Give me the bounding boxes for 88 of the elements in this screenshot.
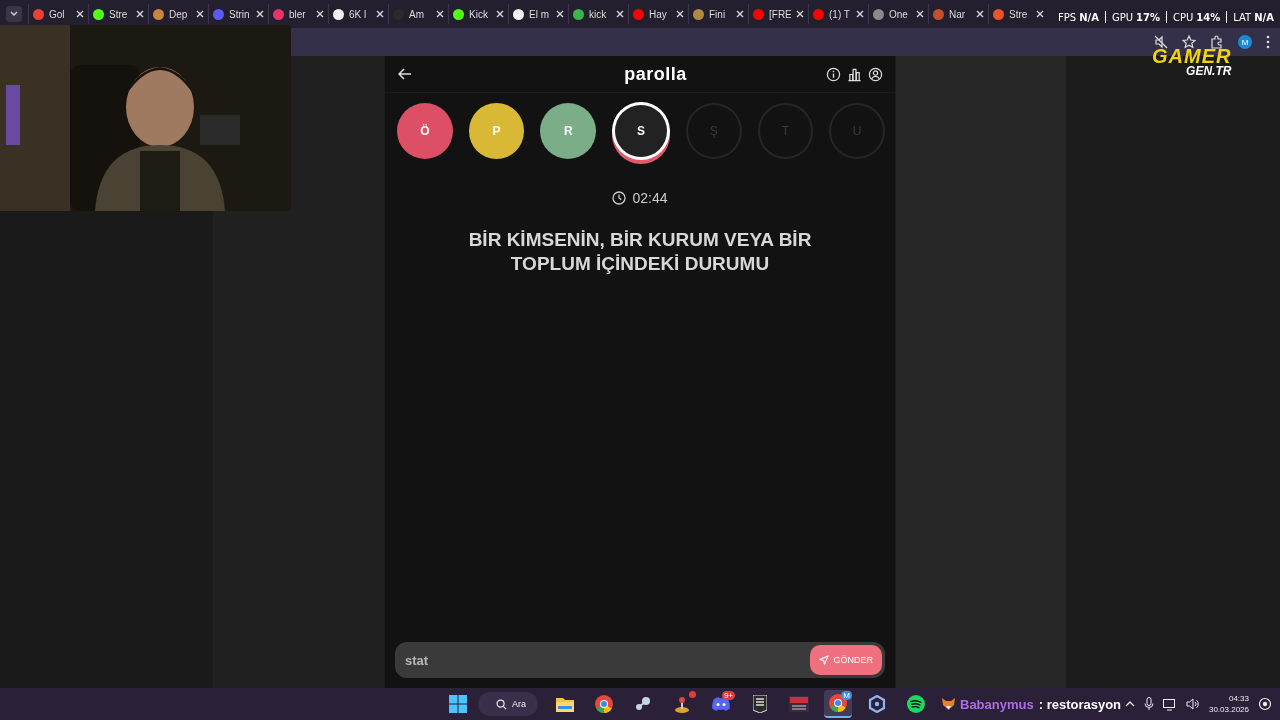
send-icon: [819, 655, 830, 665]
chat-message: : restorasyon: [1038, 696, 1122, 712]
stat-value: 14%: [1196, 11, 1221, 23]
close-icon[interactable]: [676, 10, 684, 18]
close-icon[interactable]: [196, 10, 204, 18]
stat-label: LAT: [1233, 11, 1252, 23]
browser-icon: [595, 695, 613, 713]
chevron-up-icon[interactable]: [1124, 700, 1135, 708]
browser-tab[interactable]: 6K l: [328, 4, 388, 24]
close-icon[interactable]: [556, 10, 564, 18]
profile-avatar[interactable]: M: [1238, 35, 1252, 49]
joystick-icon: [673, 695, 691, 713]
steam-icon: [634, 695, 652, 713]
stat-label: CPU: [1172, 11, 1194, 23]
browser-tab[interactable]: One: [868, 4, 928, 24]
stat-value: N/A: [1254, 11, 1274, 23]
hexagon-icon: [868, 695, 886, 713]
chat-app-icon: [712, 697, 730, 711]
close-icon[interactable]: [616, 10, 624, 18]
close-icon[interactable]: [1036, 10, 1044, 18]
taskbar-app[interactable]: 9+: [707, 690, 735, 718]
clock-icon: [612, 191, 627, 205]
browser-tab[interactable]: kick: [568, 4, 628, 24]
clock-date: 30.03.2026: [1208, 704, 1249, 715]
logo-text: GAMER: [1152, 46, 1232, 66]
stat-value: N/A: [1079, 11, 1099, 23]
browser-tab[interactable]: bler: [268, 4, 328, 24]
browser-tab[interactable]: Stre: [88, 4, 148, 24]
fox-icon: [942, 698, 955, 710]
timer-text: 02:44: [632, 190, 668, 206]
mixer-icon: [789, 696, 809, 712]
browser-tab[interactable]: Kick: [448, 4, 508, 24]
close-icon[interactable]: [436, 10, 444, 18]
star-icon[interactable]: [1182, 35, 1196, 49]
close-icon[interactable]: [316, 10, 324, 18]
letter-circle: P: [468, 103, 525, 159]
chart-icon[interactable]: [847, 66, 862, 82]
letter-circle: R: [540, 103, 597, 159]
chat-username: Babanymus: [960, 696, 1034, 712]
clock-time: 04:33: [1228, 693, 1249, 704]
close-icon[interactable]: [256, 10, 264, 18]
chevron-down-icon: [9, 9, 19, 19]
browser-tab[interactable]: [FRE: [748, 4, 808, 24]
stat-label: FPS: [1058, 11, 1077, 23]
browser-tab[interactable]: Hay: [628, 4, 688, 24]
notification-badge: 9+: [721, 691, 735, 700]
app-title: parolla: [624, 63, 687, 85]
menu-icon[interactable]: [1266, 35, 1270, 49]
speaker-icon[interactable]: [1185, 698, 1200, 710]
browser-tab[interactable]: Strin: [208, 4, 268, 24]
close-icon[interactable]: [736, 10, 744, 18]
mute-icon[interactable]: [1154, 35, 1168, 49]
monitor-icon[interactable]: [1162, 697, 1177, 711]
browser-tab[interactable]: Am: [388, 4, 448, 24]
clock[interactable]: 04:33 30.03.2026: [1208, 693, 1249, 715]
info-icon[interactable]: [826, 66, 841, 82]
browser-tab[interactable]: (1) T: [808, 4, 868, 24]
close-icon[interactable]: [376, 10, 384, 18]
close-icon[interactable]: [976, 10, 984, 18]
close-icon[interactable]: [856, 10, 864, 18]
folder-icon: [556, 696, 574, 712]
close-icon[interactable]: [496, 10, 504, 18]
browser-tab[interactable]: Nar: [928, 4, 988, 24]
search-icon: [496, 698, 507, 710]
microphone-icon[interactable]: [1143, 697, 1154, 711]
stat-value: 17%: [1136, 11, 1160, 23]
close-icon[interactable]: [136, 10, 144, 18]
close-icon[interactable]: [76, 10, 84, 18]
browser-tab[interactable]: Gol: [28, 4, 88, 24]
stat-label: GPU: [1111, 11, 1134, 23]
question-text: BİR KİMSENİN, BİR KURUM VEYA BİR TOPLUM İÇİNDEKİ DURUMU: [467, 228, 813, 276]
shield-icon: [753, 695, 767, 713]
user-icon[interactable]: [868, 66, 883, 82]
close-icon[interactable]: [916, 10, 924, 18]
close-icon[interactable]: [796, 10, 804, 18]
browser-tab[interactable]: Stre: [988, 4, 1048, 24]
browser-tab[interactable]: Dep: [148, 4, 208, 24]
notification-badge: M: [841, 691, 852, 700]
logo-subtext: GEN.TR: [1186, 65, 1232, 77]
notification-icon[interactable]: [1258, 697, 1272, 711]
music-icon: [907, 695, 925, 713]
search-button[interactable]: Ara: [478, 692, 538, 716]
extensions-icon[interactable]: [1210, 35, 1224, 49]
letter-circle: Ö: [397, 103, 453, 159]
start-icon[interactable]: [449, 695, 467, 713]
browser-tab[interactable]: Fini: [688, 4, 748, 24]
tab-list-button[interactable]: [6, 6, 22, 22]
browser-tab[interactable]: El m: [508, 4, 568, 24]
